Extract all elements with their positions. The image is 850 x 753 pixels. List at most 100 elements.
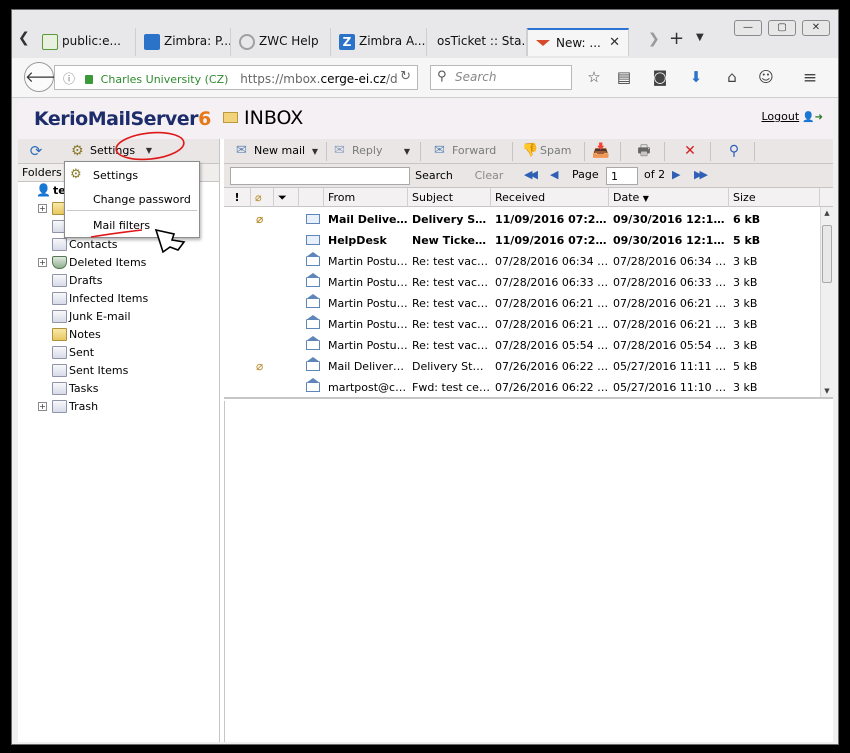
tab-1[interactable]: public:e... xyxy=(34,28,136,56)
reply-dropdown-arrow[interactable]: ▼ xyxy=(400,142,414,161)
folder-sent-items[interactable]: Sent Items xyxy=(18,362,219,380)
forward-button[interactable]: ✉ Forward xyxy=(432,142,496,161)
bookmark-star-icon[interactable]: ☆ xyxy=(584,68,604,88)
cell-date: 07/28/2016 06:21 PM xyxy=(613,318,728,331)
folder-tasks[interactable]: Tasks xyxy=(18,380,219,398)
print-icon[interactable]: 🖶 xyxy=(634,142,654,161)
browser-search-input[interactable]: ⚲ Search xyxy=(430,65,572,90)
close-window-button[interactable]: ✕ xyxy=(802,20,830,36)
first-page-icon[interactable]: ◀◀ xyxy=(524,168,538,181)
table-row[interactable]: Martin Postulka Re: test vaca... 07/28/201… xyxy=(224,251,819,272)
expand-icon[interactable]: + xyxy=(38,204,47,213)
menu-item-change-password[interactable]: Change password xyxy=(65,189,199,209)
from-column-header[interactable]: From xyxy=(324,188,408,207)
folder-contacts[interactable]: Contacts xyxy=(18,236,219,254)
logout-text[interactable]: Logout xyxy=(761,110,799,123)
new-mail-dropdown-arrow[interactable]: ▼ xyxy=(308,142,322,161)
cell-size: 3 kB xyxy=(733,339,758,352)
folder-drafts[interactable]: Drafts xyxy=(18,272,219,290)
table-row[interactable]: Martin Postulka Re: test vaca... 07/28/201… xyxy=(224,335,819,356)
folder-deleted-items[interactable]: + Deleted Items xyxy=(18,254,219,272)
menu-icon[interactable]: ≡ xyxy=(800,68,820,88)
tab-5[interactable]: osTicket :: Sta... xyxy=(427,28,527,56)
clear-button[interactable]: Clear xyxy=(471,167,507,185)
table-row[interactable]: ⌀ Mail Deliver... Delivery St... 11/09/2016… xyxy=(224,209,819,230)
received-column-header[interactable]: Received xyxy=(491,188,609,207)
new-tab-icon[interactable]: + xyxy=(669,28,684,49)
search-icon[interactable]: ⚲ xyxy=(724,142,744,161)
folder-notes[interactable]: Notes xyxy=(18,326,219,344)
logout-link[interactable]: Logout 👤➜ xyxy=(761,110,823,123)
tab-close-icon[interactable]: ✕ xyxy=(609,35,620,50)
home-icon[interactable]: ⌂ xyxy=(722,68,742,88)
attachment-column-icon[interactable]: ⌀ xyxy=(251,188,274,207)
logout-icon[interactable]: 👤➜ xyxy=(802,112,823,123)
search-button[interactable]: Search xyxy=(414,167,454,185)
folder-infected-items[interactable]: Infected Items xyxy=(18,290,219,308)
message-list-scrollbar[interactable]: ▲ ▼ xyxy=(820,207,833,397)
thumbs-down-icon: 👎 xyxy=(522,143,539,158)
smiley-icon[interactable]: ☺ xyxy=(756,68,776,88)
expand-icon[interactable]: + xyxy=(38,258,47,267)
delete-icon[interactable]: ✕ xyxy=(680,142,700,161)
folder-trash[interactable]: + Trash xyxy=(18,398,219,416)
toolbar-separator xyxy=(710,142,711,161)
reload-icon[interactable]: ↻ xyxy=(400,69,411,84)
folder-icon xyxy=(52,364,67,377)
site-identity[interactable]: Charles University (CZ) xyxy=(101,73,229,86)
refresh-icon[interactable]: ⟳ xyxy=(26,142,46,162)
cell-received: 11/09/2016 07:27... xyxy=(495,213,609,226)
folder-icon xyxy=(52,400,67,413)
pocket-icon[interactable]: ◙ xyxy=(650,68,670,88)
settings-button[interactable]: ⚙ Settings xyxy=(68,141,135,162)
table-row[interactable]: martpost@ce... Fwd: test cen... 07/26/2016… xyxy=(224,377,819,398)
list-all-tabs-icon[interactable]: ▼ xyxy=(696,32,704,43)
tab-2[interactable]: Zimbra: P... xyxy=(136,28,231,56)
cell-subject: Re: test vaca... xyxy=(412,276,490,289)
table-row[interactable]: HelpDesk New Ticket ... 11/09/2016 07:27..… xyxy=(224,230,819,251)
tab-scroll-right-icon[interactable]: ❯ xyxy=(648,31,660,47)
page-input[interactable]: 1 xyxy=(606,167,638,185)
date-column-header[interactable]: Date ▼ xyxy=(609,188,729,207)
settings-dropdown-arrow[interactable]: ▼ xyxy=(142,141,156,162)
menu-item-mail-filters[interactable]: Mail filters xyxy=(65,215,199,235)
previous-page-icon[interactable]: ◀ xyxy=(550,168,559,181)
size-column-header[interactable]: Size xyxy=(729,188,820,207)
table-row[interactable]: ⌀ Mail Delivery ... Delivery Statu... 07/26… xyxy=(224,356,819,377)
table-row[interactable]: Martin Postulka Re: test vaca... 07/28/201… xyxy=(224,272,819,293)
move-to-folder-icon[interactable]: 📥 xyxy=(591,142,611,161)
subject-column-header[interactable]: Subject xyxy=(408,188,491,207)
status-column[interactable] xyxy=(299,188,324,207)
priority-column-icon[interactable]: ! xyxy=(224,188,251,207)
minimize-button[interactable]: — xyxy=(734,20,762,36)
tab-3[interactable]: ZWC Help xyxy=(231,28,331,56)
downloads-icon[interactable]: ⬇ xyxy=(686,68,706,88)
maximize-button[interactable]: ▢ xyxy=(768,20,796,36)
tab-6-active[interactable]: New: ... ✕ xyxy=(527,28,629,56)
reading-list-icon[interactable]: ▤ xyxy=(614,68,634,88)
flag-column-icon[interactable]: ⏷ xyxy=(274,188,299,207)
reply-button[interactable]: ✉ Reply xyxy=(332,142,382,161)
table-row[interactable]: Martin Postulka Re: test vaca... 07/28/201… xyxy=(224,314,819,335)
new-mail-button[interactable]: ✉ New mail xyxy=(234,142,305,161)
search-icon: ⚲ xyxy=(437,69,447,84)
next-page-icon[interactable]: ▶ xyxy=(672,168,681,181)
scroll-up-icon[interactable]: ▲ xyxy=(821,207,833,219)
url-bar[interactable]: ⓘ Charles University (CZ) https://mbox.c… xyxy=(54,65,418,90)
info-icon[interactable]: ⓘ xyxy=(63,72,75,86)
last-page-icon[interactable]: ▶▶ xyxy=(694,168,708,181)
tasks-icon xyxy=(52,382,67,395)
tab-4[interactable]: Z Zimbra A... xyxy=(331,28,427,56)
read-envelope-icon xyxy=(306,357,320,371)
menu-item-settings[interactable]: ⚙ Settings xyxy=(65,165,199,185)
folder-junk-email[interactable]: Junk E-mail xyxy=(18,308,219,326)
expand-icon[interactable]: + xyxy=(38,402,47,411)
scroll-down-icon[interactable]: ▼ xyxy=(821,385,833,397)
tab-scroll-left-icon[interactable]: ❮ xyxy=(18,30,32,52)
scroll-thumb[interactable] xyxy=(822,225,832,283)
table-row[interactable]: Martin Postulka Re: test vaca... 07/28/201… xyxy=(224,293,819,314)
spam-button[interactable]: 👎 Spam xyxy=(520,142,571,161)
folder-sent[interactable]: Sent xyxy=(18,344,219,362)
back-button[interactable]: 🡐 xyxy=(24,62,65,92)
mail-search-input[interactable] xyxy=(230,167,410,185)
